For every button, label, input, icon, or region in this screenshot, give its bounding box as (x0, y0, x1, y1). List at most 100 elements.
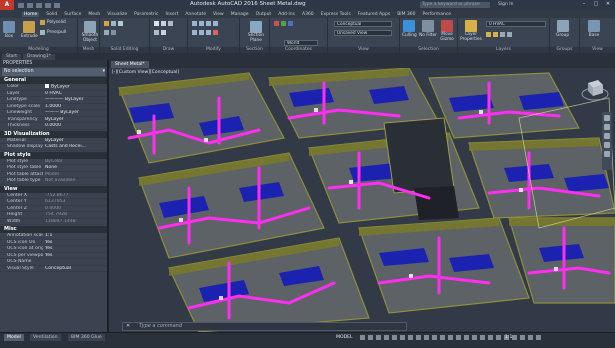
osnap-icon[interactable] (392, 335, 397, 340)
tab-featured-apps[interactable]: Featured Apps (358, 12, 390, 17)
quick-properties-icon[interactable] (496, 335, 501, 340)
line-icon[interactable] (154, 21, 159, 26)
sign-in-link[interactable]: Sign In (498, 2, 513, 7)
tab-a360[interactable]: A360 (302, 12, 314, 17)
hardware-acceleration-icon[interactable] (520, 335, 525, 340)
viewport-controls-label[interactable]: [-][Custom View][Conceptual] (112, 70, 179, 75)
ucs-world-icon[interactable] (281, 21, 286, 26)
layer-properties-button[interactable]: Layer Properties (460, 20, 482, 42)
annotation-visibility-icon[interactable] (456, 335, 461, 340)
mirror-icon[interactable] (213, 21, 218, 26)
group-button[interactable]: Group (556, 20, 569, 38)
units-icon[interactable] (488, 335, 493, 340)
property-row[interactable]: Shadow display Casts and Recei... (0, 144, 107, 151)
snap-icon[interactable] (368, 335, 373, 340)
otrack-icon[interactable] (400, 335, 405, 340)
drawing-viewport[interactable]: Sheet Metal* [-][Custom View][Conceptual… (109, 60, 615, 332)
tab-bim-360[interactable]: BIM 360 (397, 12, 415, 17)
copy-icon[interactable] (199, 21, 204, 26)
tab-manage[interactable]: Manage (231, 12, 249, 17)
tab-visualize[interactable]: Visualize (107, 12, 127, 17)
layer-lock-icon[interactable] (493, 32, 498, 37)
circle-icon[interactable] (168, 21, 173, 26)
workspace-icon[interactable] (472, 335, 477, 340)
customization-icon[interactable] (536, 335, 541, 340)
subtract-icon[interactable] (111, 21, 116, 26)
tab-add-ins[interactable]: Add-ins (278, 12, 295, 17)
tab-express-tools[interactable]: Express Tools (321, 12, 351, 17)
tab-view[interactable]: View (213, 12, 224, 17)
model-space-button[interactable]: MODEL (336, 334, 353, 341)
ortho-icon[interactable] (376, 335, 381, 340)
layout-tab-ventilation[interactable]: Ventilation (30, 334, 61, 341)
selection-cycling-icon[interactable] (424, 335, 429, 340)
steering-wheel-icon[interactable] (604, 115, 610, 121)
tab-annotate[interactable]: Annotate (185, 12, 206, 17)
presspull-button[interactable]: Presspull (40, 30, 66, 35)
property-row[interactable]: Width 118047.1448 (0, 219, 107, 225)
ucs-icon[interactable] (274, 21, 279, 26)
arc-icon[interactable] (154, 30, 159, 35)
file-tab-sheet-metal[interactable]: Sheet Metal* (111, 61, 149, 68)
property-row[interactable]: Plot table type Not available (0, 178, 107, 185)
selection-dropdown[interactable]: No selection ▾ (2, 68, 105, 76)
tab-solid[interactable]: Solid (46, 12, 57, 17)
tab-output[interactable]: Output (256, 12, 272, 17)
section-plot-style[interactable]: Plot style (0, 151, 107, 159)
move-icon[interactable] (192, 21, 197, 26)
clean-screen-icon[interactable] (528, 335, 533, 340)
open-icon[interactable] (27, 2, 33, 8)
scale-icon[interactable] (199, 30, 204, 35)
section-3d-visualization[interactable]: 3D Visualization (0, 130, 107, 138)
restore-button[interactable]: □ (591, 1, 601, 8)
ucs-combo[interactable]: World (284, 40, 318, 46)
polysolid-button[interactable]: Polysolid (40, 20, 66, 25)
isolate-objects-icon[interactable] (512, 335, 517, 340)
slice-icon[interactable] (104, 30, 109, 35)
lineweight-icon[interactable] (408, 335, 413, 340)
layer-match-icon[interactable] (507, 32, 512, 37)
annotation-scale[interactable]: 1:1 (505, 334, 512, 341)
grid-icon[interactable] (360, 335, 365, 340)
pan-icon[interactable] (604, 124, 610, 130)
polyline-icon[interactable] (161, 21, 166, 26)
no-filter-button[interactable]: No Filter (419, 20, 437, 38)
layer-freeze-icon[interactable] (486, 32, 491, 37)
polar-icon[interactable] (384, 335, 389, 340)
autocad-logo[interactable]: A (0, 0, 14, 10)
section-general[interactable]: General (0, 77, 107, 84)
tab-parametric[interactable]: Parametric (134, 12, 158, 17)
gizmo-icon[interactable] (448, 335, 453, 340)
showmotion-icon[interactable] (604, 151, 610, 157)
transparency-icon[interactable] (416, 335, 421, 340)
shell-icon[interactable] (111, 30, 116, 35)
autoscale-icon[interactable] (464, 335, 469, 340)
intersect-icon[interactable] (118, 21, 123, 26)
layer-combo[interactable]: 0 HVAC (486, 21, 546, 27)
base-button[interactable]: Base (588, 20, 600, 38)
move-gizmo-button[interactable]: Move Gizmo (437, 20, 457, 42)
union-icon[interactable] (104, 21, 109, 26)
close-icon[interactable]: ✕ (126, 323, 130, 330)
undo-icon[interactable] (45, 2, 51, 8)
zoom-icon[interactable] (604, 133, 610, 139)
annotation-monitor-icon[interactable] (480, 335, 485, 340)
section-view[interactable]: View (0, 185, 107, 193)
layout-tab-model[interactable]: Model (4, 334, 24, 341)
section-misc[interactable]: Misc (0, 226, 107, 233)
array-icon[interactable] (206, 30, 211, 35)
redo-icon[interactable] (54, 2, 60, 8)
culling-button[interactable]: Culling (402, 20, 417, 38)
smooth-object-button[interactable]: Smooth Object (80, 21, 100, 43)
stretch-icon[interactable] (192, 30, 197, 35)
property-row[interactable]: Thickness 0.0000 (0, 123, 107, 130)
viewcube[interactable] (581, 74, 609, 102)
3d-osnap-icon[interactable] (432, 335, 437, 340)
orbit-icon[interactable] (604, 142, 610, 148)
erase-icon[interactable] (213, 30, 218, 35)
tab-insert[interactable]: Insert (165, 12, 178, 17)
rectangle-icon[interactable] (161, 30, 166, 35)
tab-surface[interactable]: Surface (64, 12, 81, 17)
property-row[interactable]: Visual Style Conceptual (0, 266, 107, 272)
view-preset-combo[interactable]: Unsaved View (334, 30, 392, 36)
